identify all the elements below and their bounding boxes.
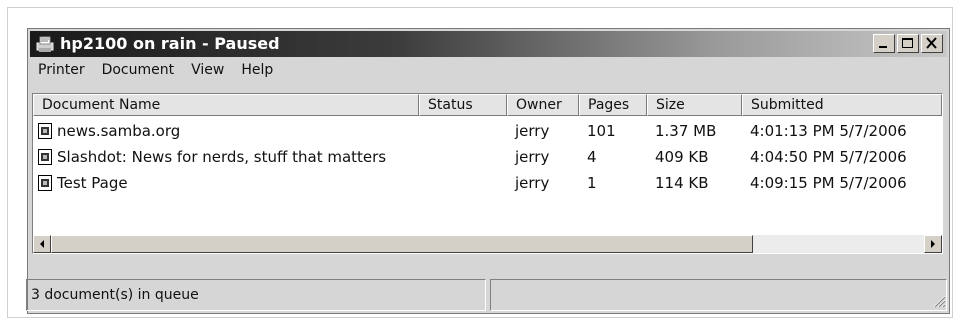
scroll-right-button[interactable] xyxy=(924,235,942,253)
status-panel-queue: 3 document(s) in queue xyxy=(26,279,486,311)
column-header-pages[interactable]: Pages xyxy=(579,94,647,116)
menu-help[interactable]: Help xyxy=(233,59,282,81)
size-cell: 1.37 MB xyxy=(655,122,717,140)
scroll-track[interactable] xyxy=(51,235,924,253)
owner-cell: jerry xyxy=(515,148,550,166)
document-icon xyxy=(38,175,52,191)
status-cell xyxy=(419,118,507,144)
status-panel-empty xyxy=(490,279,947,311)
document-name-cell: Test Page xyxy=(33,170,419,196)
horizontal-scrollbar[interactable] xyxy=(33,235,942,253)
column-header-document-name[interactable]: Document Name xyxy=(33,94,419,116)
window-title: hp2100 on rain - Paused xyxy=(60,34,280,53)
pages-cell: 1 xyxy=(587,174,597,192)
document-icon xyxy=(38,149,52,165)
arrow-left-icon xyxy=(40,240,44,248)
menu-bar: Printer Document View Help xyxy=(30,59,282,81)
column-header-status[interactable]: Status xyxy=(419,94,507,116)
document-name: Slashdot: News for nerds, stuff that mat… xyxy=(57,148,387,166)
printer-icon xyxy=(36,36,54,52)
close-button[interactable] xyxy=(921,34,943,53)
submitted-cell: 4:01:13 PM 5/7/2006 xyxy=(750,122,907,140)
column-header-owner[interactable]: Owner xyxy=(507,94,579,116)
size-cell: 114 KB xyxy=(655,174,709,192)
menu-view[interactable]: View xyxy=(183,59,233,81)
list-rows: news.samba.org jerry 101 1.37 MB 4:01:13… xyxy=(33,118,942,196)
scroll-left-button[interactable] xyxy=(33,235,51,253)
table-row[interactable]: Slashdot: News for nerds, stuff that mat… xyxy=(33,144,942,170)
owner-cell: jerry xyxy=(515,174,550,192)
document-name-cell: news.samba.org xyxy=(33,118,419,144)
status-bar: 3 document(s) in queue xyxy=(26,279,949,311)
size-cell: 409 KB xyxy=(655,148,709,166)
menu-document[interactable]: Document xyxy=(94,59,184,81)
scroll-thumb[interactable] xyxy=(51,235,753,253)
table-row[interactable]: news.samba.org jerry 101 1.37 MB 4:01:13… xyxy=(33,118,942,144)
document-name: Test Page xyxy=(57,174,128,192)
print-queue-window: hp2100 on rain - Paused Printer Document… xyxy=(26,28,950,314)
document-list[interactable]: Document Name Status Owner Pages Size Su… xyxy=(32,93,943,254)
minimize-button[interactable] xyxy=(873,34,895,53)
document-name: news.samba.org xyxy=(57,122,181,140)
column-header-submitted[interactable]: Submitted xyxy=(742,94,942,116)
document-icon xyxy=(38,123,52,139)
menu-printer[interactable]: Printer xyxy=(30,59,94,81)
close-icon xyxy=(926,37,937,49)
arrow-right-icon xyxy=(931,240,935,248)
list-header: Document Name Status Owner Pages Size Su… xyxy=(33,94,942,116)
maximize-icon xyxy=(902,38,913,48)
status-cell xyxy=(419,144,507,170)
maximize-button[interactable] xyxy=(897,34,919,53)
table-row[interactable]: Test Page jerry 1 114 KB 4:09:15 PM 5/7/… xyxy=(33,170,942,196)
document-name-cell: Slashdot: News for nerds, stuff that mat… xyxy=(33,144,419,170)
owner-cell: jerry xyxy=(515,122,550,140)
resize-grip-icon[interactable] xyxy=(932,294,946,308)
submitted-cell: 4:04:50 PM 5/7/2006 xyxy=(750,148,907,166)
submitted-cell: 4:09:15 PM 5/7/2006 xyxy=(750,174,907,192)
pages-cell: 4 xyxy=(587,148,597,166)
title-bar[interactable]: hp2100 on rain - Paused xyxy=(30,31,947,57)
status-cell xyxy=(419,170,507,196)
pages-cell: 101 xyxy=(587,122,616,140)
window-controls xyxy=(873,34,943,53)
column-header-size[interactable]: Size xyxy=(647,94,742,116)
minimize-icon xyxy=(879,46,887,48)
